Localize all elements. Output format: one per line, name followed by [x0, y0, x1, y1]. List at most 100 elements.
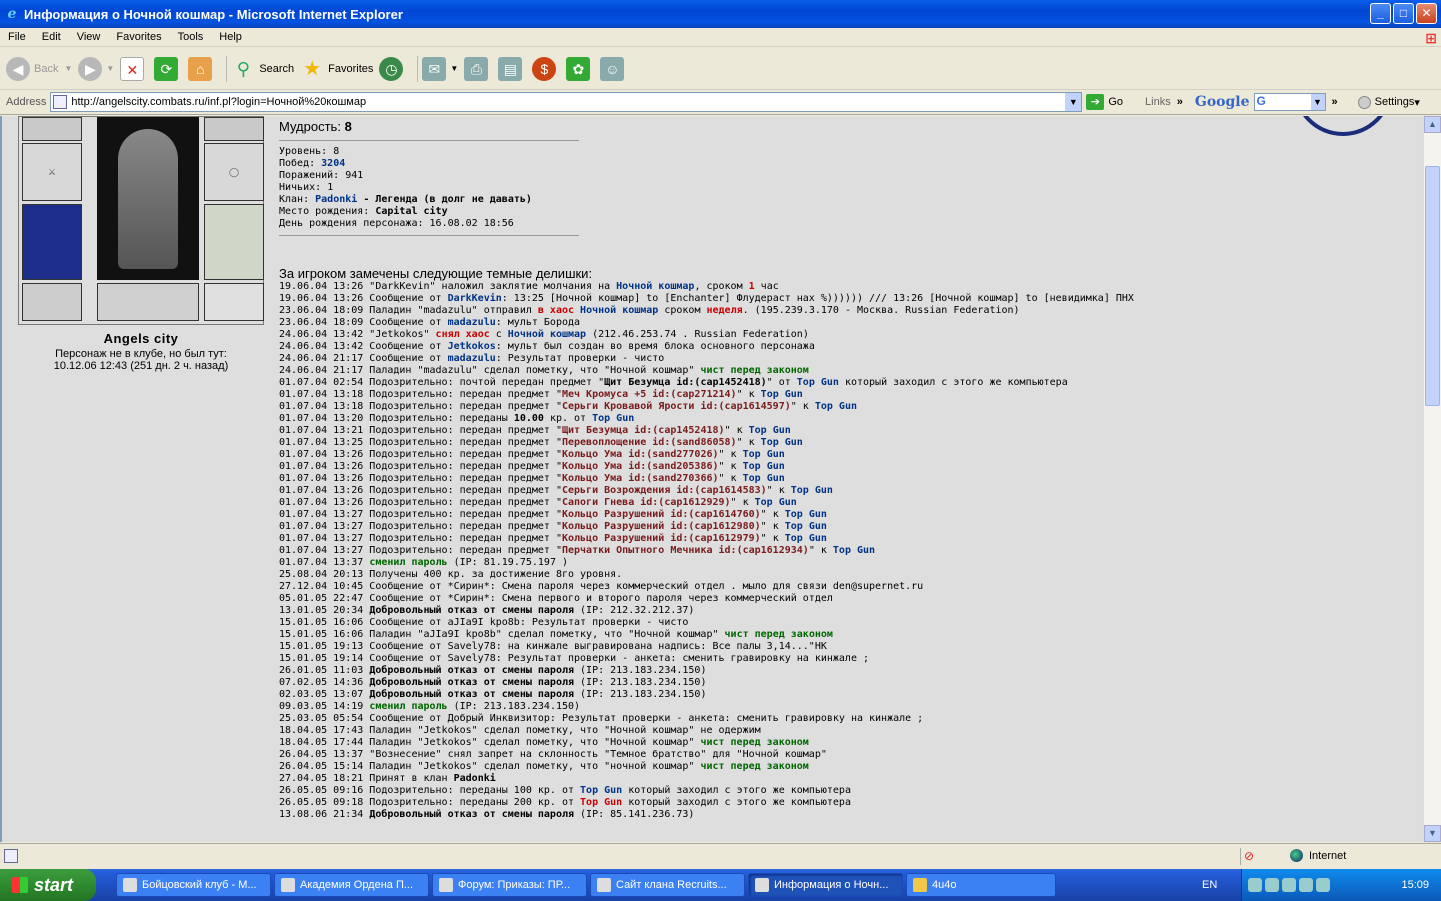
tray-icq-icon[interactable] [1316, 878, 1330, 892]
equip-slot-cloak[interactable] [22, 204, 82, 280]
window-title-bar[interactable]: e Информация о Ночной кошмар - Microsoft… [0, 0, 1441, 28]
mail-button[interactable]: ✉ ▼ [422, 56, 458, 81]
log-text: " к [760, 521, 785, 532]
user-link[interactable]: Jetkokos [448, 341, 496, 352]
favorites-button[interactable]: ★ Favorites [300, 57, 373, 81]
settings-button[interactable]: Settings ▾ [1357, 95, 1420, 109]
user-link[interactable]: Ночной кошмар [580, 305, 658, 316]
equip-slot-shield[interactable]: ◯ [204, 143, 264, 201]
stop-button[interactable]: ✕ [120, 56, 148, 81]
equip-slot-weapon[interactable]: ⚔ [22, 143, 82, 201]
user-link[interactable]: Top Gun [761, 389, 803, 400]
address-url[interactable]: http://angelscity.combats.ru/inf.pl?logi… [71, 96, 366, 108]
popup-blocker-icon[interactable]: ⊘ [1244, 849, 1258, 863]
user-link[interactable]: Top Gun [743, 449, 785, 460]
tray-arrow-icon[interactable] [1248, 878, 1262, 892]
equip-slot-gloves[interactable] [204, 117, 264, 141]
addon-button[interactable]: $ [532, 56, 560, 81]
user-link[interactable]: Ночной кошмар [616, 281, 694, 292]
task-button[interactable]: Сайт клана Recruits... [590, 873, 745, 897]
equip-slot-belt[interactable] [22, 283, 82, 321]
back-button[interactable]: ◀ Back ▼ [6, 56, 72, 81]
log-text: 27.04.05 18:21 Принят в клан [279, 773, 454, 784]
user-link[interactable]: Top Gun [785, 521, 827, 532]
print-button[interactable]: ⎙ [464, 56, 492, 81]
menu-favorites[interactable]: Favorites [108, 31, 169, 43]
user-link[interactable]: madazulu [448, 353, 496, 364]
user-link[interactable]: Top Gun [592, 413, 634, 424]
menu-edit[interactable]: Edit [34, 31, 69, 43]
log-text: " к [760, 533, 785, 544]
home-button[interactable]: ⌂ [188, 56, 216, 81]
user-link[interactable]: Ночной кошмар [508, 329, 586, 340]
user-link[interactable]: Top Gun [785, 509, 827, 520]
log-text: , сроком [694, 281, 749, 292]
log-text: " к [730, 497, 755, 508]
address-input[interactable]: http://angelscity.combats.ru/inf.pl?logi… [50, 92, 1083, 112]
log-text: сроком [658, 305, 707, 316]
user-link[interactable]: Top Gun [743, 473, 785, 484]
task-button[interactable]: Форум: Приказы: ПР... [432, 873, 587, 897]
log-text: который заходил с этого же компьютера [622, 785, 851, 796]
edit-button[interactable]: ▤ [498, 56, 526, 81]
user-link[interactable]: madazulu [448, 317, 496, 328]
log-text: 07.02.05 14:36 [279, 677, 370, 688]
google-search-box[interactable]: G ▼ [1253, 93, 1326, 111]
back-dropdown-icon[interactable]: ▼ [64, 64, 72, 73]
task-button[interactable]: 4u4o [906, 873, 1056, 897]
user-link[interactable]: Top Gun [755, 497, 797, 508]
scroll-down-icon[interactable]: ▼ [1424, 825, 1441, 842]
tray-network-icon[interactable] [1282, 878, 1296, 892]
go-button[interactable]: ➔ Go [1086, 94, 1123, 110]
user-link[interactable]: Top Gun [761, 437, 803, 448]
task-button[interactable]: Академия Ордена П... [274, 873, 429, 897]
icq-button[interactable]: ✿ [566, 56, 594, 81]
user-link[interactable]: Top Gun [785, 533, 827, 544]
star-icon: ★ [303, 57, 322, 80]
menu-tools[interactable]: Tools [170, 31, 212, 43]
address-dropdown-icon[interactable]: ▼ [1065, 93, 1082, 111]
scroll-up-icon[interactable]: ▲ [1424, 116, 1441, 133]
log-text: " к [718, 449, 743, 460]
task-button[interactable]: Бойцовский клуб - M... [116, 873, 271, 897]
refresh-button[interactable]: ⟳ [154, 56, 182, 81]
user-link[interactable]: Top Gun [749, 425, 791, 436]
messenger-button[interactable]: ☺ [600, 56, 628, 81]
menu-file[interactable]: File [0, 31, 34, 43]
tray-steam-icon[interactable] [1265, 878, 1279, 892]
addon-icon: $ [532, 56, 557, 81]
user-link[interactable]: Top Gun [580, 785, 622, 796]
vertical-scrollbar[interactable]: ▲ ▼ [1423, 116, 1441, 842]
log-text: кр. от [543, 413, 593, 424]
go-arrow-icon: ➔ [1086, 94, 1105, 110]
equip-slot-boots[interactable] [204, 283, 264, 321]
menu-help[interactable]: Help [211, 31, 250, 43]
task-button-active[interactable]: Информация о Ночн... [748, 873, 903, 897]
close-button[interactable]: ✕ [1416, 3, 1437, 24]
start-button[interactable]: start [0, 869, 96, 901]
equip-slot-helmet[interactable] [22, 117, 82, 141]
scroll-thumb[interactable] [1425, 166, 1440, 406]
forward-dropdown-icon[interactable]: ▼ [106, 64, 114, 73]
maximize-button[interactable]: □ [1393, 3, 1414, 24]
user-link[interactable]: Top Gun [791, 485, 833, 496]
user-link[interactable]: Top Gun [743, 461, 785, 472]
google-dropdown-icon[interactable]: ▼ [1310, 94, 1325, 110]
log-entry: 01.07.04 13:26 Подозрительно: передан пр… [279, 485, 1399, 497]
chevron-icon[interactable]: » [1177, 96, 1183, 108]
tray-volume-icon[interactable] [1299, 878, 1313, 892]
menu-view[interactable]: View [69, 31, 109, 43]
language-indicator[interactable]: EN [1202, 879, 1217, 891]
forward-button[interactable]: ▶ ▼ [78, 56, 114, 81]
links-button[interactable]: Links [1145, 96, 1171, 108]
user-link[interactable]: Top Gun [797, 377, 839, 388]
user-link[interactable]: Top Gun [815, 401, 857, 412]
equip-slot-pants[interactable] [204, 204, 264, 280]
user-link[interactable]: DarkKevin [448, 293, 502, 304]
minimize-button[interactable]: _ [1370, 3, 1391, 24]
history-button[interactable]: ◷ [379, 56, 407, 81]
user-link[interactable]: Top Gun [833, 545, 875, 556]
search-button[interactable]: ⚲ Search [231, 57, 294, 81]
clan-link[interactable]: Padonki [315, 194, 357, 205]
chevron-icon[interactable]: » [1332, 96, 1338, 108]
